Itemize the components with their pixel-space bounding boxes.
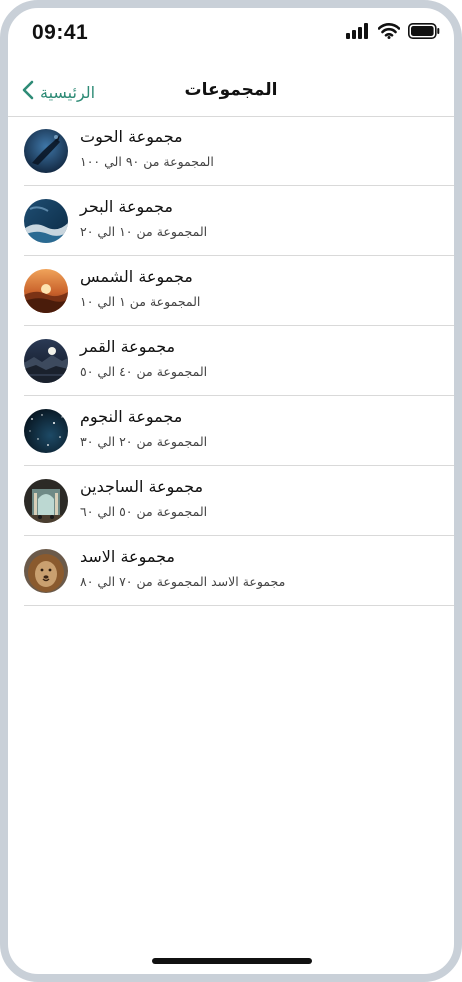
- group-range: مجموعة الاسد المجموعة من ٧٠ الي ٨٠: [80, 574, 286, 589]
- group-range: المجموعة من ٢٠ الي ٣٠: [80, 434, 208, 449]
- whale-photo-icon: [24, 129, 68, 173]
- group-row-whale[interactable]: مجموعة الحوت المجموعة من ٩٠ الي ١٠٠: [24, 116, 454, 186]
- mosque-photo-icon: [24, 479, 68, 523]
- cellular-signal-icon: [346, 23, 370, 43]
- group-row-lion[interactable]: مجموعة الاسد مجموعة الاسد المجموعة من ٧٠…: [24, 536, 454, 606]
- group-range: المجموعة من ٥٠ الي ٦٠: [80, 504, 208, 519]
- group-range: المجموعة من ١٠ الي ٢٠: [80, 224, 208, 239]
- status-icons: [346, 23, 440, 43]
- group-title: مجموعة الشمس: [80, 267, 193, 286]
- group-title: مجموعة الحوت: [80, 127, 183, 146]
- group-range: المجموعة من ٩٠ الي ١٠٠: [80, 154, 214, 169]
- group-range: المجموعة من ١ الي ١٠: [80, 294, 201, 309]
- group-row-sun[interactable]: مجموعة الشمس المجموعة من ١ الي ١٠: [24, 256, 454, 326]
- group-row-sea[interactable]: مجموعة البحر المجموعة من ١٠ الي ٢٠: [24, 186, 454, 256]
- sun-photo-icon: [24, 269, 68, 313]
- group-title: مجموعة الساجدين: [80, 477, 204, 496]
- group-row-moon[interactable]: مجموعة القمر المجموعة من ٤٠ الي ٥٠: [24, 326, 454, 396]
- group-title: مجموعة النجوم: [80, 407, 183, 426]
- phone-frame: 09:41 الرئيسية المجموعات مجموعة الحوت ال…: [0, 0, 462, 982]
- status-time: 09:41: [32, 21, 89, 44]
- group-row-stars[interactable]: مجموعة النجوم المجموعة من ٢٠ الي ٣٠: [24, 396, 454, 466]
- group-title: مجموعة القمر: [80, 337, 176, 356]
- lion-photo-icon: [24, 549, 68, 593]
- moon-photo-icon: [24, 339, 68, 383]
- home-indicator[interactable]: [152, 958, 312, 964]
- group-title: مجموعة الاسد: [80, 547, 175, 566]
- group-title: مجموعة البحر: [80, 197, 173, 216]
- navigation-bar: الرئيسية المجموعات: [8, 64, 454, 117]
- group-row-mosque[interactable]: مجموعة الساجدين المجموعة من ٥٠ الي ٦٠: [24, 466, 454, 536]
- sea-photo-icon: [24, 199, 68, 243]
- battery-icon: [408, 23, 440, 43]
- stars-photo-icon: [24, 409, 68, 453]
- group-range: المجموعة من ٤٠ الي ٥٠: [80, 364, 208, 379]
- page-title: المجموعات: [184, 80, 278, 100]
- status-bar: 09:41: [8, 8, 454, 64]
- groups-list: مجموعة الحوت المجموعة من ٩٠ الي ١٠٠ مجمو…: [24, 116, 454, 606]
- wifi-icon: [377, 23, 401, 43]
